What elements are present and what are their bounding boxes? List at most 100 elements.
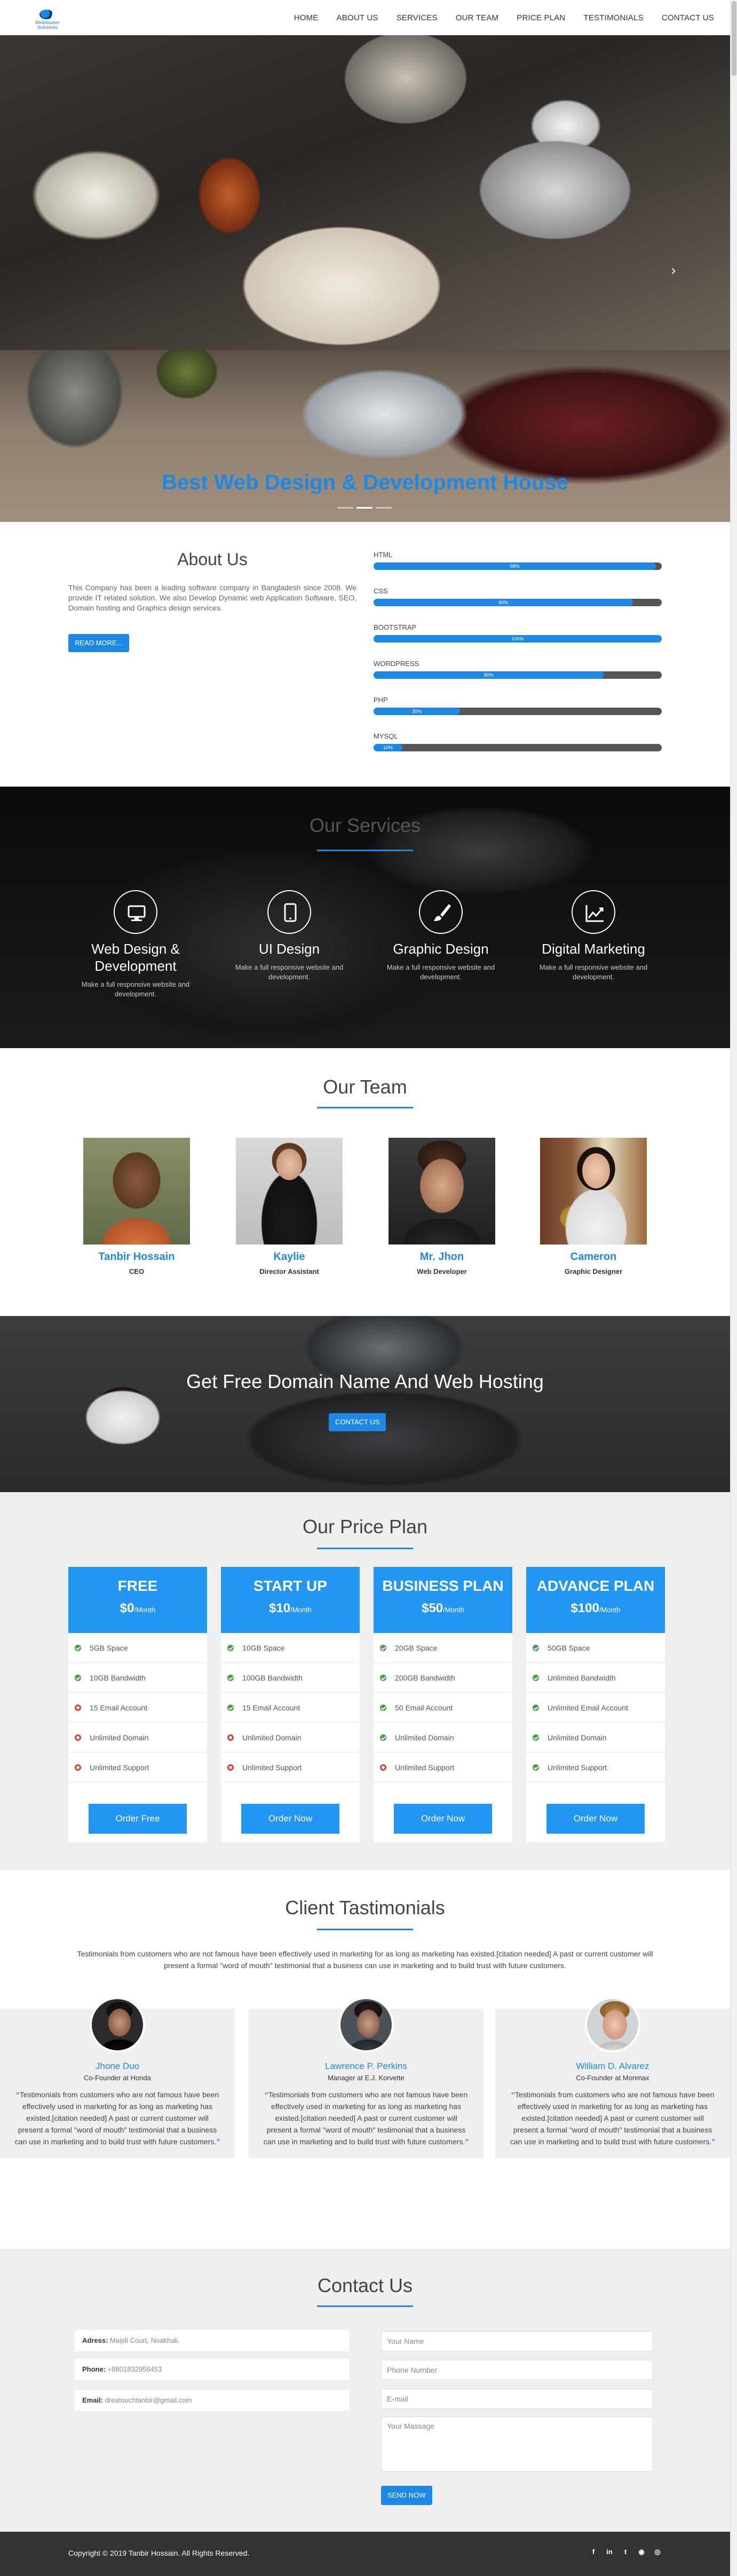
slider-indicator-active[interactable] [356,507,373,509]
cross-icon [380,1764,386,1771]
testimonial-quote: “Testimonials from customers who are not… [13,2089,222,2147]
nav-item-price[interactable]: PRICE PLAN [517,13,565,22]
team-member[interactable]: Tanbir Hossain CEO [83,1138,190,1275]
name-input[interactable]: Your Name [381,2331,653,2351]
order-now-button[interactable]: Order Now [241,1804,339,1834]
plan-feature: 5GB Space [68,1633,207,1663]
service-desc: Make a full responsive website and devel… [539,963,648,981]
testimonial-name: William D. Alvarez [576,2061,649,2071]
message-textarea[interactable]: Your Massage [381,2416,653,2472]
logo-mark-icon [39,10,53,19]
slider-next-arrow-icon[interactable]: › [667,263,680,277]
feature-label: Unlimited Domain [242,1733,302,1742]
plan-feature: Unlimited Domain [526,1723,665,1753]
facebook-icon[interactable]: f [589,2548,598,2556]
cross-icon [75,1734,81,1741]
hero-title: Best Web Design & Development House [162,471,568,494]
feature-label: 5GB Space [90,1643,128,1652]
linkedin-icon[interactable]: in [605,2548,614,2556]
service-ui-design[interactable]: UI Design Make a full responsive website… [231,890,348,982]
nav-item-team[interactable]: OUR TEAM [456,13,499,22]
plan-header: ADVANCE PLAN $100/Month [526,1567,665,1633]
brush-icon [419,890,463,934]
instagram-icon[interactable]: ◎ [653,2548,662,2556]
plan-feature: Unlimited Bandwidth [526,1663,665,1693]
team-section: Our Team Tanbir Hossain CEO Kaylie Direc… [0,1048,730,1316]
slider-indicator[interactable] [376,507,392,509]
twitter-icon[interactable]: t [621,2548,630,2556]
feature-label: Unlimited Domain [395,1733,454,1742]
slider-indicator[interactable] [337,507,353,509]
logo-text: Webmaster Solutions [35,20,60,30]
feature-label: Unlimited Domain [90,1733,149,1742]
quote-close-icon: ” [711,2137,716,2146]
nav-item-services[interactable]: SERVICES [397,13,438,22]
service-web-design[interactable]: Web Design & Development Make a full res… [77,890,194,999]
nav-item-about[interactable]: ABOUT US [337,13,378,22]
member-name: Cameron [570,1251,617,1263]
nav-menu: HOME ABOUT US SERVICES OUR TEAM PRICE PL… [294,0,714,35]
testimonial-avatar [338,1997,394,2052]
title-underline [317,1548,413,1549]
address-label: Adress: [82,2336,108,2344]
contact-us-button[interactable]: CONTACT US [329,1413,386,1431]
service-graphic-design[interactable]: Graphic Design Make a full responsive we… [382,890,500,982]
plan-feature: 100GB Bandwidth [221,1663,360,1693]
check-icon [380,1704,386,1711]
plan-feature: Unlimited Support [68,1753,207,1782]
skill-fill: 80% [374,671,604,679]
hero-image-laptop [0,350,730,522]
read-more-button[interactable]: READ MORE... [68,634,129,652]
skill-name: BOOTSTRAP [374,623,417,631]
order-now-button[interactable]: Order Now [546,1804,645,1834]
skill-bar: 80% [374,671,662,679]
nav-item-testimonials[interactable]: TESTIMONIALS [583,13,643,22]
member-role: CEO [129,1267,145,1275]
plan-feature: 15 Email Account [221,1693,360,1723]
skill-php: PHP 30% [374,696,662,732]
plan-feature: 10GB Bandwidth [68,1663,207,1693]
hero-slider: › Best Web Design & Development House [0,35,730,522]
page-scrollbar[interactable] [730,0,737,2576]
quote-close-icon: ” [216,2137,220,2146]
plan-feature: Unlimited Domain [374,1723,512,1753]
nav-item-contact[interactable]: CONTACT US [662,13,714,22]
email-input[interactable]: E-mail [381,2389,653,2409]
send-now-button[interactable]: SEND NOW [381,2486,432,2505]
footer: Copyright © 2019 Tanbir Hossain. All Rig… [0,2532,730,2576]
skill-fill: 90% [374,599,633,606]
quote-open-icon: “ [15,2090,20,2099]
testimonial-card: Jhone Duo Co-Founder at Honda “Testimoni… [0,1997,235,2158]
team-member[interactable]: Mr. Jhon Web Developer [389,1138,495,1275]
quote-text: Testimonials from customers who are not … [263,2090,468,2146]
order-free-button[interactable]: Order Free [89,1804,187,1834]
testimonial-avatar [585,1997,640,2052]
scrollbar-thumb[interactable] [732,1,736,76]
skill-fill: 30% [374,708,460,715]
team-member[interactable]: Kaylie Director Assistant [236,1138,343,1275]
testimonial-role: Co-Founder at Honda [84,2074,151,2082]
plan-feature: 50GB Space [526,1633,665,1663]
team-member[interactable]: Cameron Graphic Designer [540,1138,647,1275]
plan-feature: Unlimited Support [374,1753,512,1782]
phone-input[interactable]: Phone Number [381,2360,653,2380]
feature-label: 100GB Bandwidth [242,1673,303,1682]
feature-label: 50GB Space [548,1643,590,1652]
service-digital-marketing[interactable]: Digital Marketing Make a full responsive… [535,890,652,982]
domain-title: Get Free Domain Name And Web Hosting [186,1370,544,1392]
plan-price-value: $0 [120,1601,134,1615]
skill-fill: 10% [374,744,402,751]
testimonial-quote: “Testimonials from customers who are not… [508,2089,717,2147]
github-icon[interactable]: ◉ [637,2548,646,2556]
plan-price-period: /Month [599,1606,621,1614]
nav-item-home[interactable]: HOME [294,13,319,22]
skill-mysql: MYSQL 10% [374,732,662,768]
about-title: About Us [177,550,248,569]
plan-price: $50/Month [374,1601,512,1616]
order-now-button[interactable]: Order Now [394,1804,492,1834]
email-info: Email: dreatouchtanbir@gmail.com [75,2390,349,2411]
feature-label: 200GB Bandwidth [395,1673,455,1682]
phone-label: Phone: [82,2365,106,2373]
site-logo[interactable]: Webmaster Solutions [25,10,70,30]
testimonial-avatar [90,1997,145,2052]
